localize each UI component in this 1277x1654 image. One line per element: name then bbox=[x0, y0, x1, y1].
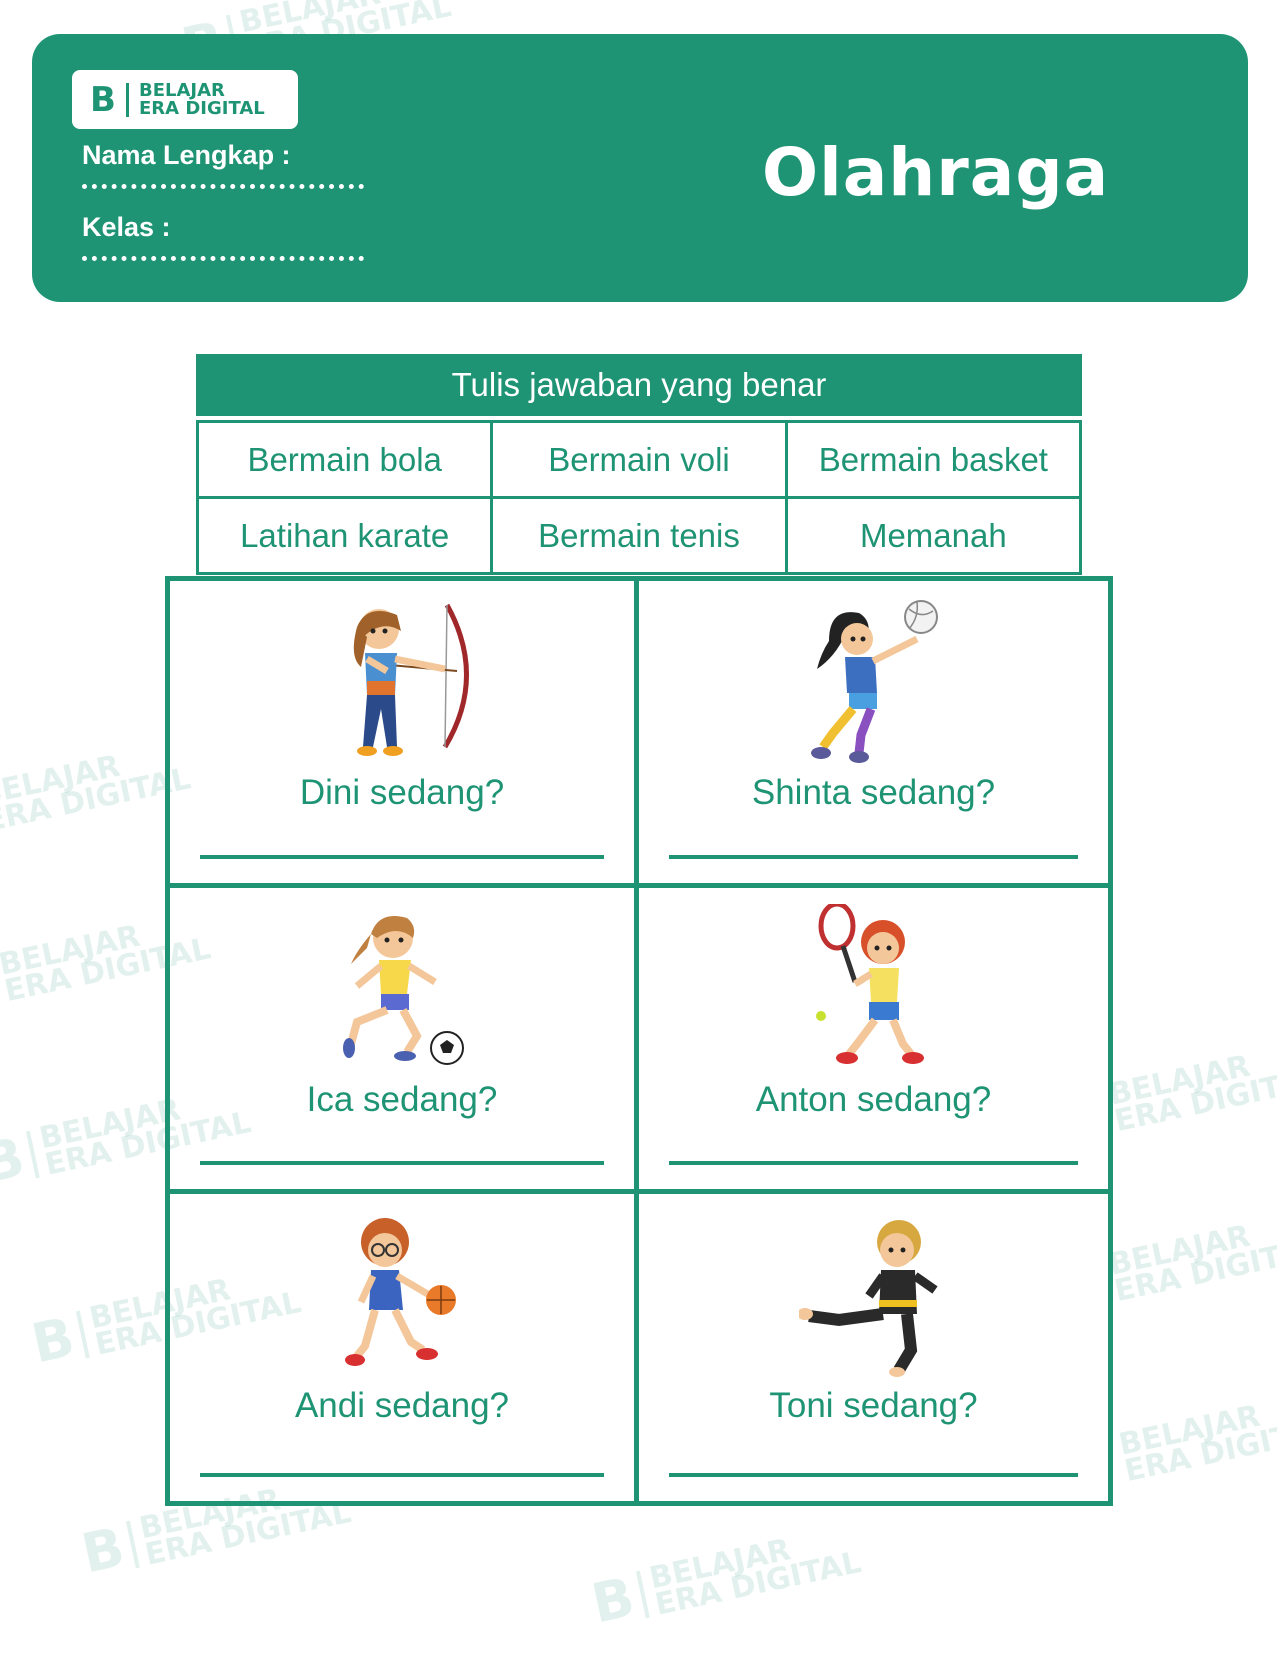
word-bank-heading: Tulis jawaban yang benar bbox=[196, 354, 1082, 416]
name-dotted-line[interactable] bbox=[82, 184, 364, 189]
word-bank-option: Bermain tenis bbox=[493, 499, 788, 575]
watermark-mark: B bbox=[76, 1514, 130, 1586]
question-card: Dini sedang? bbox=[170, 581, 639, 888]
answer-line[interactable] bbox=[669, 1161, 1078, 1166]
archery-girl-illustration bbox=[353, 603, 469, 756]
brand-logo: B BELAJAR ERA DIGITAL bbox=[72, 70, 298, 129]
class-label: Kelas : bbox=[82, 212, 171, 242]
watermark-mark: B bbox=[0, 1124, 30, 1196]
question-card: Toni sedang? bbox=[639, 1194, 1108, 1501]
word-bank: Tulis jawaban yang benar Bermain bola Be… bbox=[196, 354, 1082, 575]
logo-line2: ERA DIGITAL bbox=[139, 97, 265, 119]
logo-line1: BELAJAR bbox=[139, 79, 225, 101]
page-title: Olahraga bbox=[762, 134, 1110, 211]
question-card: Shinta sedang? bbox=[639, 581, 1108, 888]
question-text: Dini sedang? bbox=[299, 773, 505, 812]
logo-mark: B bbox=[90, 79, 116, 120]
karate-boy-illustration bbox=[798, 1220, 938, 1378]
answer-line[interactable] bbox=[669, 854, 1078, 859]
word-bank-option: Bermain bola bbox=[199, 423, 494, 499]
watermark: BELAJAR ERA DIGITAL bbox=[0, 739, 194, 839]
basketball-boy-illustration bbox=[345, 1218, 456, 1367]
question-card: Ica sedang? bbox=[170, 887, 639, 1195]
tennis-boy-illustration bbox=[815, 903, 924, 1064]
answer-line[interactable] bbox=[669, 1472, 1078, 1477]
question-text: Toni sedang? bbox=[769, 1386, 978, 1426]
answer-line[interactable] bbox=[200, 1472, 604, 1477]
watermark-mark: B bbox=[586, 1564, 640, 1636]
name-label: Nama Lengkap : bbox=[82, 140, 291, 170]
question-card: Andi sedang? bbox=[170, 1194, 639, 1501]
watermark: B BELAJARERA DIGITAL bbox=[586, 1522, 864, 1636]
watermark: BELAJAR ERA DIGITAL bbox=[1106, 1209, 1277, 1309]
word-bank-option: Bermain voli bbox=[493, 423, 788, 499]
soccer-girl-illustration bbox=[343, 915, 464, 1065]
word-bank-grid: Bermain bola Bermain voli Bermain basket… bbox=[196, 420, 1082, 575]
question-text: Anton sedang? bbox=[755, 1079, 992, 1119]
class-dotted-line[interactable] bbox=[82, 256, 364, 261]
answer-line[interactable] bbox=[200, 854, 604, 859]
question-card: Anton sedang? bbox=[639, 888, 1108, 1195]
answer-line[interactable] bbox=[200, 1161, 604, 1166]
volleyball-girl-illustration bbox=[810, 600, 938, 763]
logo-text: BELAJAR ERA DIGITAL bbox=[139, 79, 265, 119]
logo-divider bbox=[126, 82, 129, 117]
word-bank-option: Bermain basket bbox=[787, 423, 1082, 499]
question-text: Shinta sedang? bbox=[751, 773, 996, 812]
word-bank-option: Latihan karate bbox=[199, 499, 494, 575]
question-text: Andi sedang? bbox=[294, 1386, 510, 1426]
word-bank-option: Memanah bbox=[787, 499, 1082, 575]
question-text: Ica sedang? bbox=[306, 1079, 498, 1119]
watermark-mark: B bbox=[26, 1304, 80, 1376]
watermark: BELAJAR ERA DIGITAL bbox=[1106, 1039, 1277, 1139]
watermark: BELAJAR ERA DIGITAL bbox=[1116, 1389, 1277, 1489]
question-grid: Dini sedang? Shinta sedang? Ica sedang? … bbox=[165, 576, 1113, 1506]
worksheet-header: B BELAJAR ERA DIGITAL Nama Lengkap : Kel… bbox=[32, 34, 1248, 302]
